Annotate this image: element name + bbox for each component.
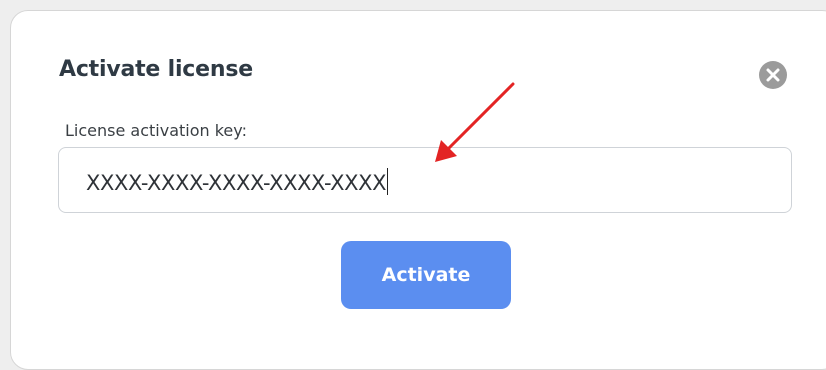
close-button[interactable] [759, 61, 787, 89]
license-key-label: License activation key: [65, 121, 247, 140]
close-icon [766, 68, 780, 82]
license-key-value: XXXX-XXXX-XXXX-XXXX-XXXX [86, 168, 389, 195]
activate-button[interactable]: Activate [341, 241, 511, 309]
license-key-input[interactable]: XXXX-XXXX-XXXX-XXXX-XXXX [58, 147, 792, 213]
license-key-text: XXXX-XXXX-XXXX-XXXX-XXXX [86, 171, 387, 195]
activate-license-dialog: Activate license License activation key:… [10, 10, 826, 370]
dialog-title: Activate license [59, 57, 253, 82]
text-caret [387, 168, 389, 195]
